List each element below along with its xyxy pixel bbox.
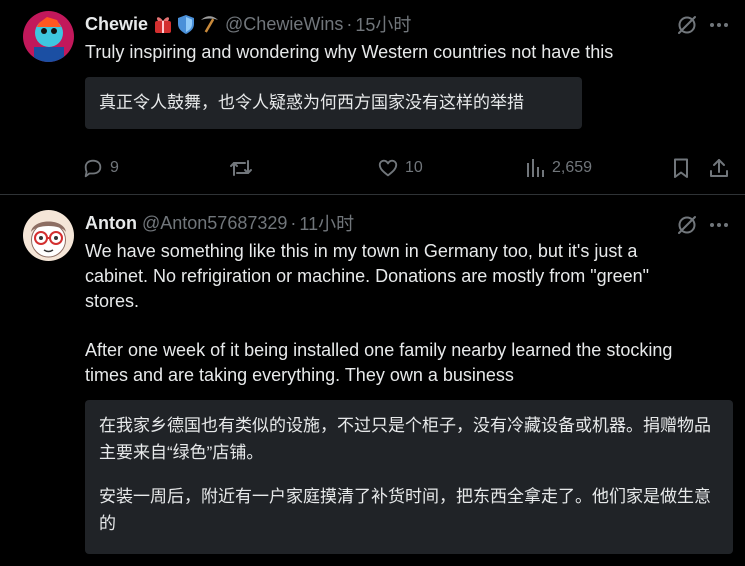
display-name[interactable]: Anton — [85, 213, 137, 234]
timestamp[interactable]: 15小时 — [355, 11, 411, 37]
reply-count: 9 — [110, 159, 119, 176]
profile-badges — [152, 13, 220, 35]
more-icon[interactable] — [707, 13, 731, 37]
user-handle[interactable]: @ChewieWins — [225, 14, 343, 35]
share-button[interactable] — [708, 153, 730, 183]
bookmark-icon — [674, 158, 688, 178]
translation-text: 真正令人鼓舞，也令人疑惑为何西方国家没有这样的举措 — [99, 93, 524, 112]
display-name[interactable]: Chewie — [85, 14, 148, 35]
like-icon — [378, 159, 398, 177]
grok-icon[interactable] — [675, 213, 699, 237]
like-count: 10 — [405, 159, 423, 176]
share-icon — [710, 159, 728, 177]
views-button[interactable]: 2,659 — [524, 153, 592, 183]
tweet-text: Truly inspiring and wondering why Wester… — [85, 42, 614, 62]
user-handle[interactable]: @Anton57687329 — [142, 213, 287, 234]
shield-icon — [178, 15, 195, 34]
tweet-anton[interactable]: Anton @Anton57687329 · 11小时 We have some… — [0, 196, 745, 566]
grok-icon[interactable] — [675, 13, 699, 37]
view-count: 2,659 — [552, 159, 593, 176]
tweet-paragraph: We have something like this in my town i… — [85, 241, 650, 311]
translation-box: 真正令人鼓舞，也令人疑惑为何西方国家没有这样的举措 — [85, 77, 582, 129]
tweet-paragraph: After one week of it being installed one… — [85, 340, 673, 385]
reply-icon — [84, 159, 102, 178]
avatar[interactable] — [23, 210, 74, 261]
retweet-button[interactable] — [229, 153, 259, 183]
tweet-text: We have something like this in my town i… — [85, 239, 703, 388]
retweet-icon — [230, 160, 252, 176]
separator: · — [346, 13, 353, 34]
like-button[interactable]: 10 — [377, 153, 423, 183]
separator: · — [290, 212, 297, 233]
tweet-header: Chewie @ChewieWins · 15小时 — [85, 11, 675, 37]
timestamp[interactable]: 11小时 — [299, 210, 354, 236]
translation-box: 在我家乡德国也有类似的设施，不过只是个柜子，没有冷藏设备或机器。捐赠物品主要来自… — [85, 400, 733, 554]
tweet-actions: 9 10 2,659 — [82, 153, 731, 183]
tweet-header: Anton @Anton57687329 · 11小时 — [85, 210, 675, 236]
more-icon[interactable] — [707, 213, 731, 237]
gift-icon — [155, 17, 172, 33]
tweet-chewie[interactable]: Chewie @ChewieWins · 15小时 Truly inspirin… — [0, 0, 745, 195]
pickaxe-icon — [201, 16, 219, 33]
translation-paragraph: 在我家乡德国也有类似的设施，不过只是个柜子，没有冷藏设备或机器。捐赠物品主要来自… — [99, 416, 711, 462]
bookmark-button[interactable] — [670, 153, 692, 183]
avatar[interactable] — [23, 11, 74, 62]
views-icon — [527, 159, 544, 177]
translation-paragraph: 安装一周后，附近有一户家庭摸清了补货时间，把东西全拿走了。他们家是做生意的 — [99, 487, 711, 533]
reply-button[interactable]: 9 — [82, 153, 119, 183]
